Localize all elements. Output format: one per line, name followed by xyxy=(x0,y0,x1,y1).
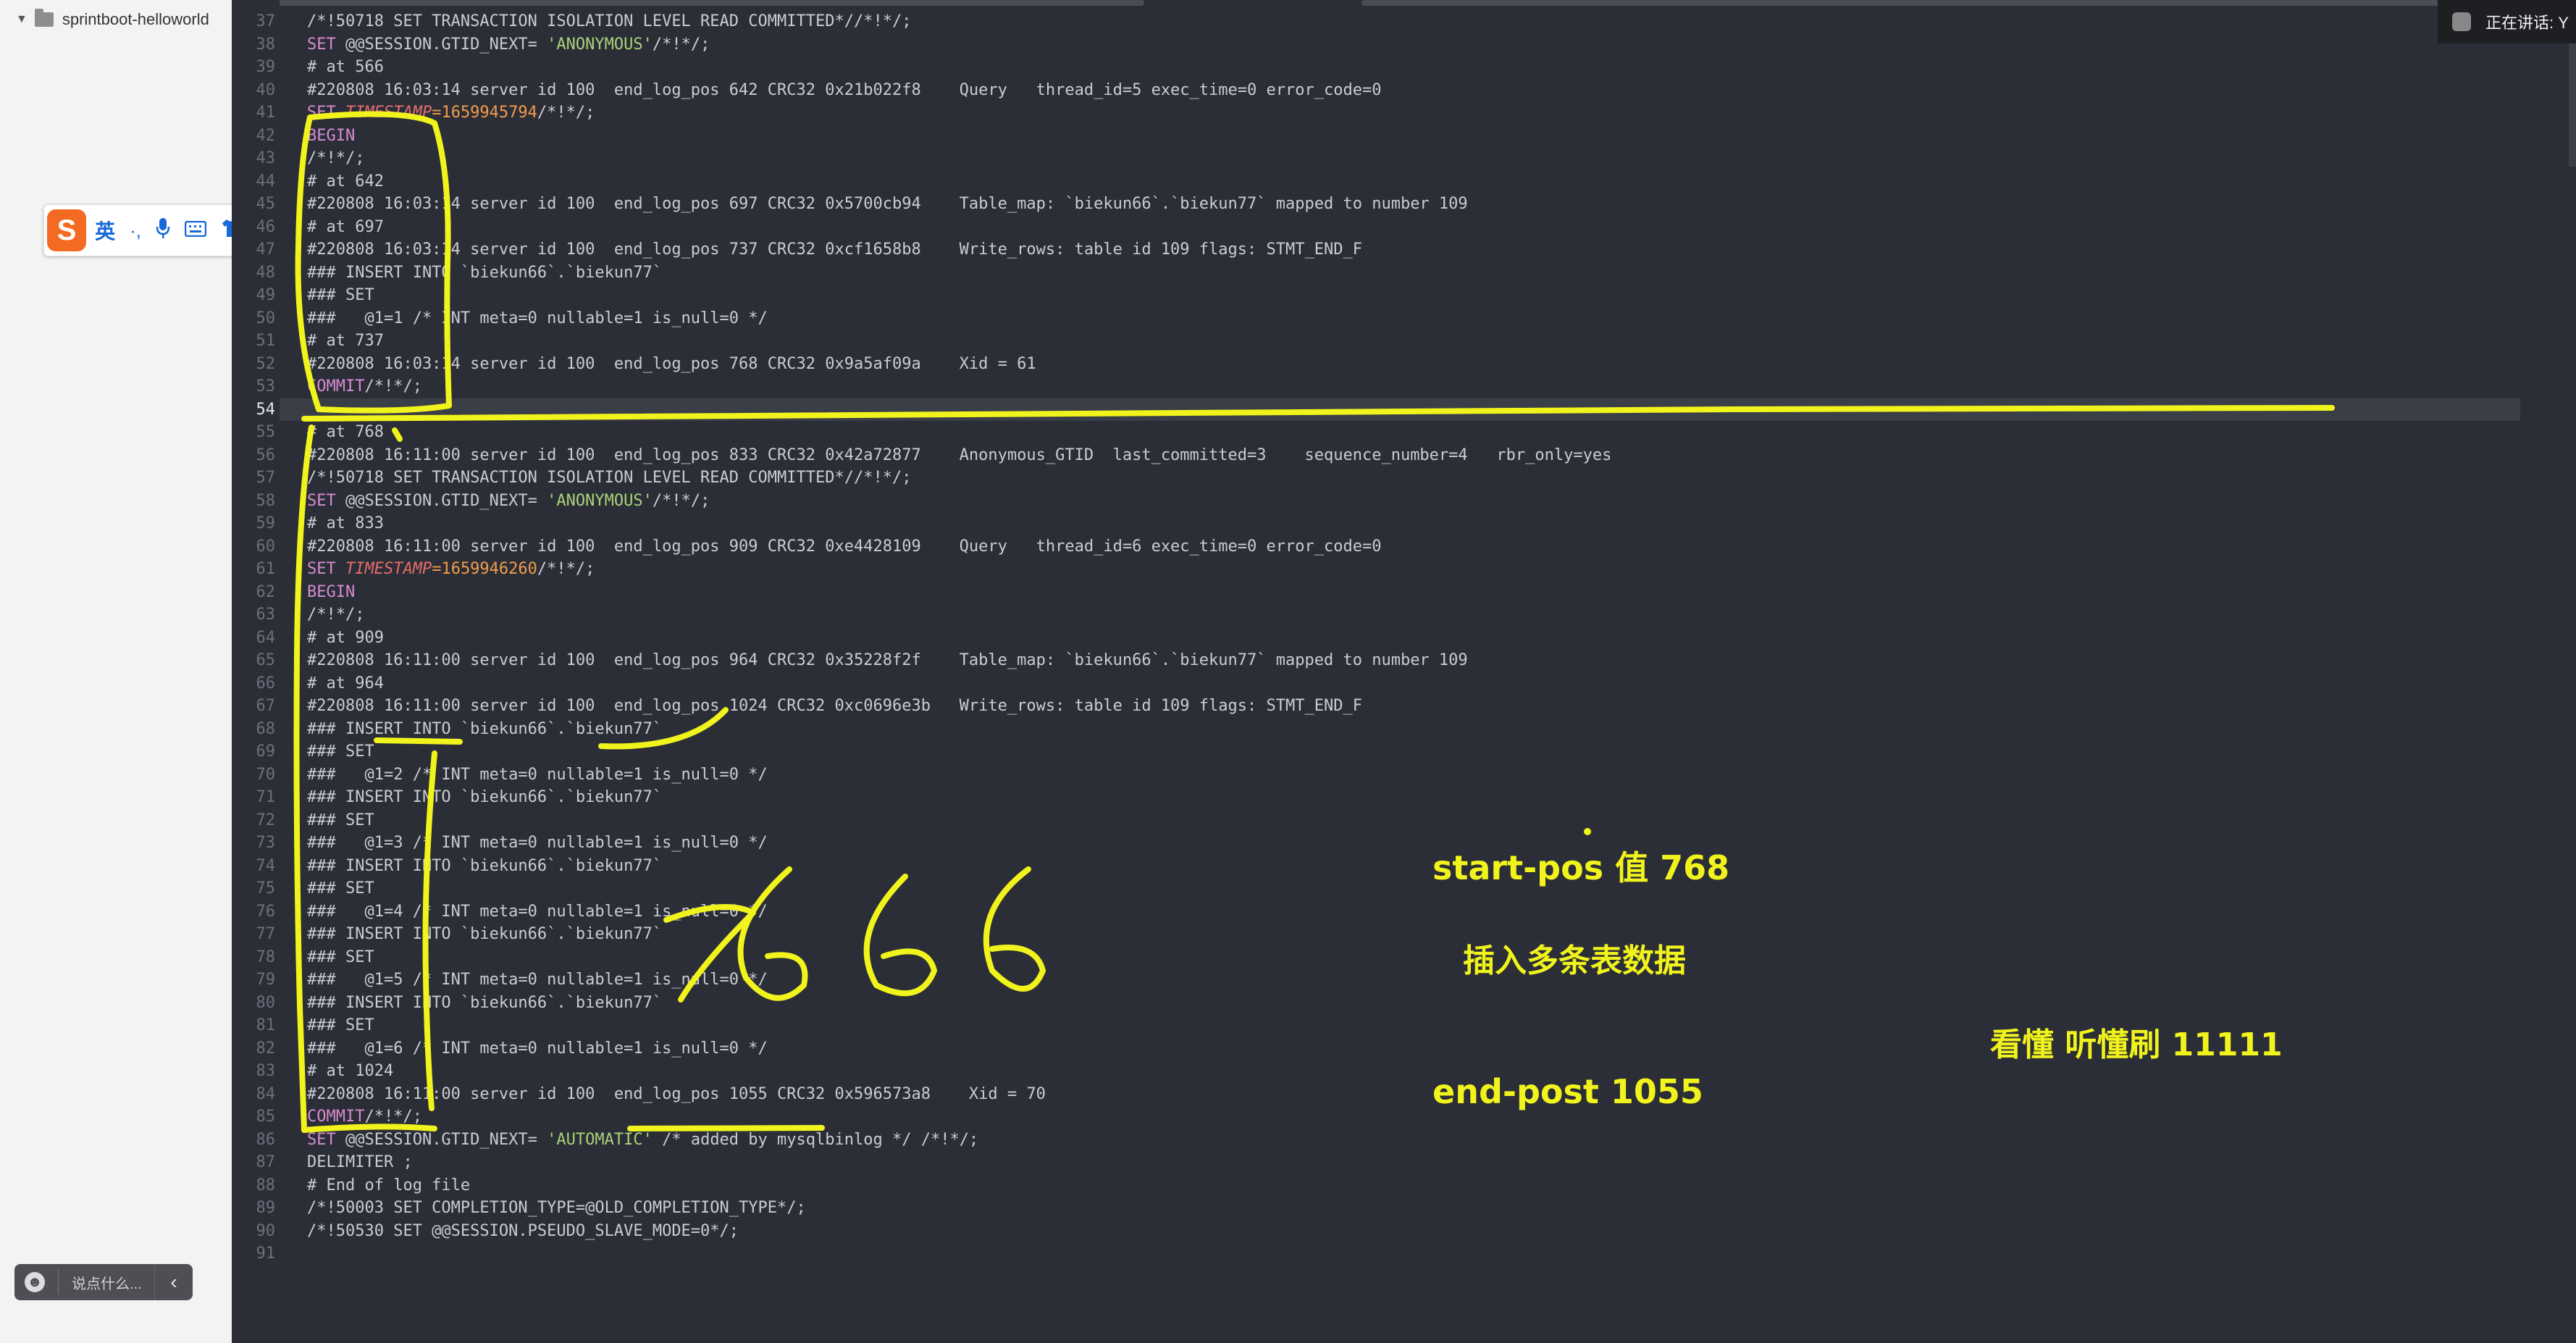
arrow-mark xyxy=(392,427,403,442)
annotation-dot xyxy=(1584,828,1591,835)
handwritten-6a xyxy=(737,866,808,1001)
annotation-end-pos: end-post 1055 xyxy=(1432,1072,1703,1111)
second-transaction-bracket xyxy=(293,424,314,1133)
first-transaction-outline xyxy=(295,111,452,414)
underline-end-pos xyxy=(627,1125,825,1131)
annotation-start-pos: start-pos 值 768 xyxy=(1432,848,1730,887)
handwritten-annotations xyxy=(293,111,2335,1133)
annotation-understand: 看懂 听懂刷 11111 xyxy=(1990,1026,2283,1063)
insert-bracket xyxy=(422,750,437,1111)
annotation-insert-multi: 插入多条表数据 xyxy=(1463,942,1686,979)
underline-biekun77 xyxy=(598,707,729,750)
handwritten-6c xyxy=(983,866,1046,992)
underline-insert xyxy=(374,737,463,745)
handwritten-6b xyxy=(863,874,937,997)
underline-commit xyxy=(301,1124,437,1133)
separator-line xyxy=(301,404,2335,422)
